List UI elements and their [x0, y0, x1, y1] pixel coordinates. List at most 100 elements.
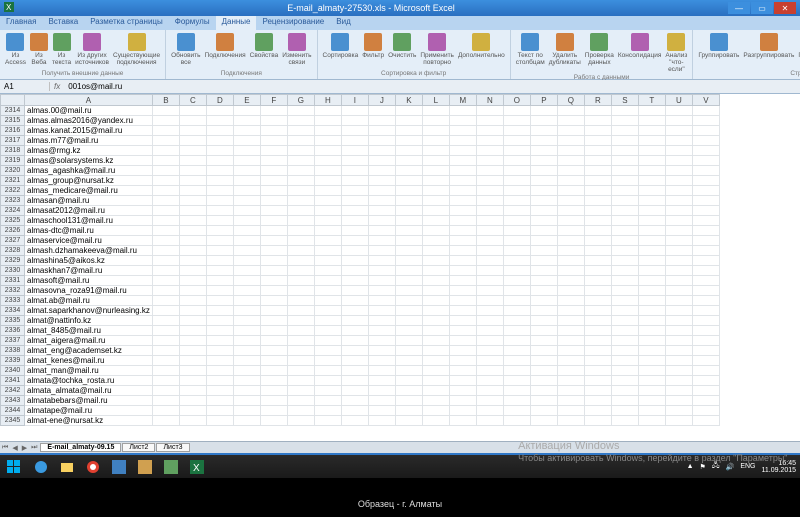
row-header[interactable]: 2334: [1, 306, 25, 316]
ribbon-cmd-2-0[interactable]: Сортировка: [322, 32, 360, 67]
cell[interactable]: [476, 236, 503, 246]
col-header-M[interactable]: M: [449, 95, 476, 106]
cell[interactable]: [287, 236, 314, 246]
cell[interactable]: [611, 126, 638, 136]
cell[interactable]: [341, 326, 368, 336]
cell[interactable]: [179, 336, 206, 346]
cell[interactable]: [341, 176, 368, 186]
cell[interactable]: [287, 416, 314, 426]
taskbar-app2-icon[interactable]: [132, 457, 158, 477]
cell[interactable]: [206, 146, 233, 156]
cell[interactable]: [692, 346, 719, 356]
row-header[interactable]: 2342: [1, 386, 25, 396]
cell[interactable]: [665, 156, 692, 166]
cell[interactable]: [530, 226, 557, 236]
cell[interactable]: [341, 236, 368, 246]
cell[interactable]: [206, 266, 233, 276]
cell[interactable]: [395, 116, 422, 126]
cell[interactable]: almas.m77@mail.ru: [25, 136, 153, 146]
cell[interactable]: [395, 396, 422, 406]
cell[interactable]: [584, 306, 611, 316]
cell[interactable]: [368, 116, 395, 126]
cell[interactable]: [503, 206, 530, 216]
cell[interactable]: [287, 156, 314, 166]
cell[interactable]: [152, 266, 179, 276]
cell[interactable]: [287, 216, 314, 226]
cell[interactable]: [422, 296, 449, 306]
cell[interactable]: almasat2012@mail.ru: [25, 206, 153, 216]
cell[interactable]: [206, 126, 233, 136]
cell[interactable]: [287, 136, 314, 146]
taskbar-explorer-icon[interactable]: [54, 457, 80, 477]
cell[interactable]: [287, 326, 314, 336]
cell[interactable]: [557, 396, 584, 406]
cell[interactable]: [449, 206, 476, 216]
cell[interactable]: [260, 166, 287, 176]
cell[interactable]: [206, 286, 233, 296]
cell[interactable]: [665, 136, 692, 146]
cell[interactable]: [287, 226, 314, 236]
cell[interactable]: [314, 266, 341, 276]
cell[interactable]: [503, 416, 530, 426]
sheet-nav-next[interactable]: ▶: [20, 444, 29, 452]
cell[interactable]: [152, 346, 179, 356]
cell[interactable]: almas@solarsystems.kz: [25, 156, 153, 166]
cell[interactable]: [422, 206, 449, 216]
cell[interactable]: almashina5@aikos.kz: [25, 256, 153, 266]
cell[interactable]: [638, 356, 665, 366]
col-header-V[interactable]: V: [692, 95, 719, 106]
cell[interactable]: [476, 276, 503, 286]
cell[interactable]: [233, 316, 260, 326]
cell[interactable]: [395, 266, 422, 276]
cell[interactable]: almaservice@mail.ru: [25, 236, 153, 246]
cell[interactable]: [449, 366, 476, 376]
cell[interactable]: [557, 246, 584, 256]
start-button[interactable]: [0, 455, 28, 478]
cell[interactable]: almas_group@nursat.kz: [25, 176, 153, 186]
cell[interactable]: [152, 216, 179, 226]
cell[interactable]: [179, 116, 206, 126]
cell[interactable]: [233, 176, 260, 186]
cell[interactable]: [665, 256, 692, 266]
cell[interactable]: [368, 416, 395, 426]
cell[interactable]: [152, 236, 179, 246]
cell[interactable]: [341, 136, 368, 146]
cell[interactable]: [422, 366, 449, 376]
cell[interactable]: [557, 386, 584, 396]
cell[interactable]: [368, 336, 395, 346]
cell[interactable]: [503, 226, 530, 236]
cell[interactable]: [584, 346, 611, 356]
cell[interactable]: [179, 266, 206, 276]
cell[interactable]: [179, 176, 206, 186]
cell[interactable]: [449, 246, 476, 256]
cell[interactable]: [233, 216, 260, 226]
cell[interactable]: [368, 296, 395, 306]
cell[interactable]: [557, 216, 584, 226]
cell[interactable]: [179, 126, 206, 136]
cell[interactable]: [314, 146, 341, 156]
ribbon-cmd-3-0[interactable]: Текст по столбцам: [515, 32, 546, 74]
cell[interactable]: [341, 336, 368, 346]
cell[interactable]: [449, 376, 476, 386]
col-header-B[interactable]: B: [152, 95, 179, 106]
col-header-Q[interactable]: Q: [557, 95, 584, 106]
cell[interactable]: [206, 316, 233, 326]
cell[interactable]: [206, 306, 233, 316]
cell[interactable]: [368, 326, 395, 336]
cell[interactable]: [341, 166, 368, 176]
cell[interactable]: [611, 186, 638, 196]
cell[interactable]: [395, 406, 422, 416]
cell[interactable]: [530, 296, 557, 306]
cell[interactable]: [314, 386, 341, 396]
cell[interactable]: [584, 416, 611, 426]
cell[interactable]: [584, 356, 611, 366]
cell[interactable]: [665, 226, 692, 236]
cell[interactable]: [611, 116, 638, 126]
cell[interactable]: [692, 336, 719, 346]
cell[interactable]: [476, 416, 503, 426]
cell[interactable]: [665, 106, 692, 116]
cell[interactable]: [638, 126, 665, 136]
cell[interactable]: [152, 156, 179, 166]
cell[interactable]: [584, 406, 611, 416]
cell[interactable]: [287, 176, 314, 186]
